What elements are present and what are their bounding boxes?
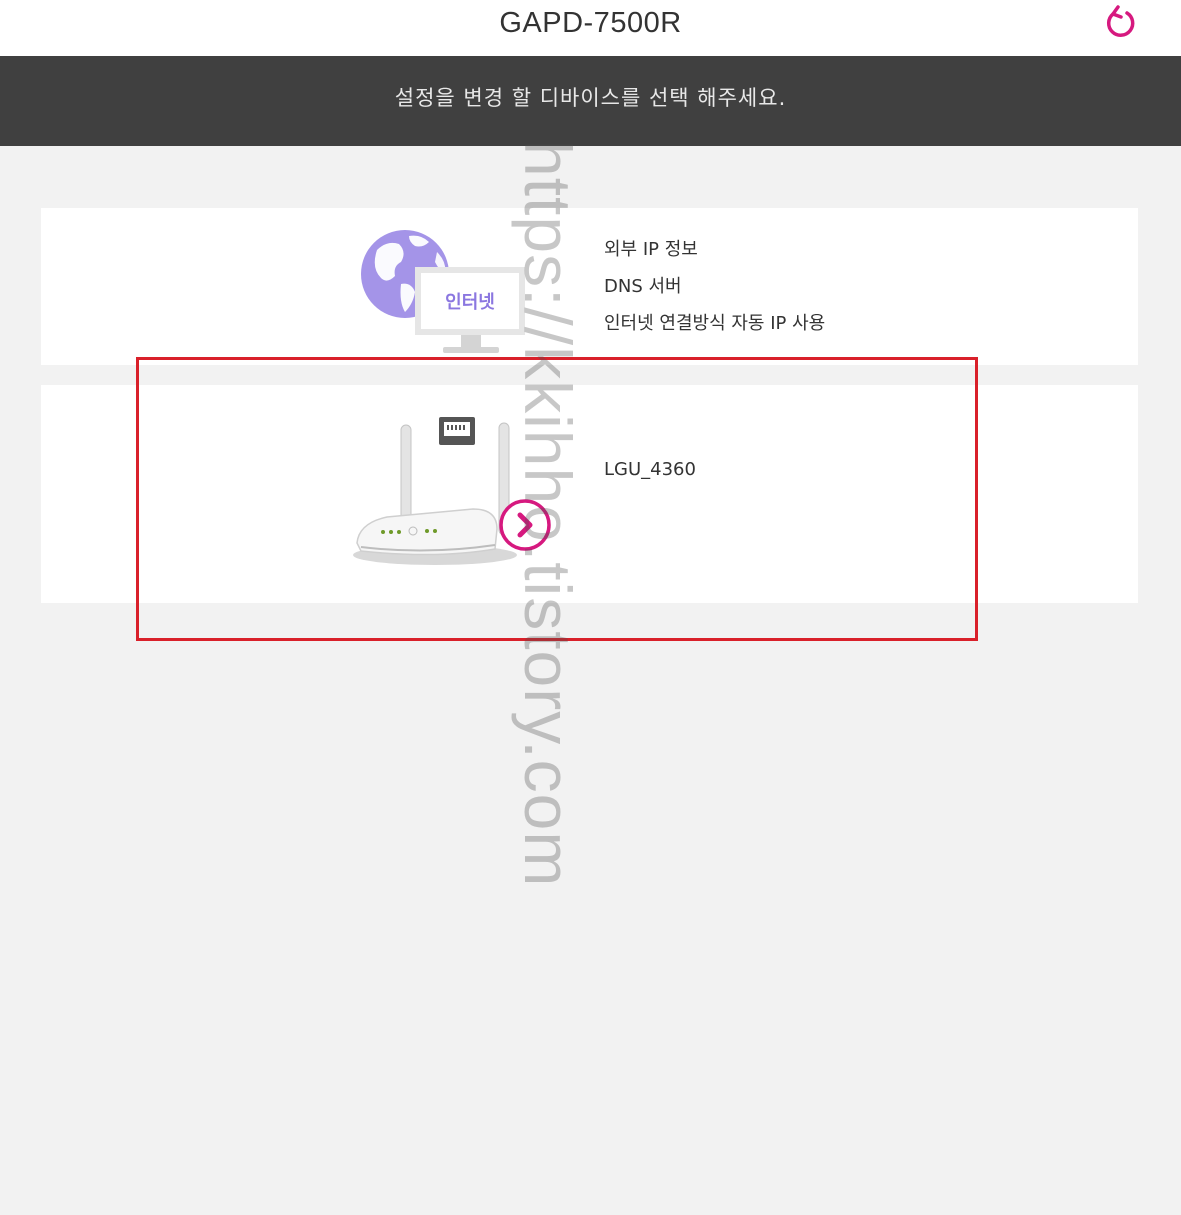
instruction-banner: 설정을 변경 할 디바이스를 선택 해주세요. (0, 56, 1181, 146)
page-title: GAPD-7500R (499, 7, 682, 39)
watermark-text: https://kkihho.tistory.com (511, 140, 585, 888)
connection-type-label: 인터넷 연결방식 자동 IP 사용 (604, 313, 826, 334)
internet-icon-label: 인터넷 (445, 292, 495, 313)
title-bar: GAPD-7500R (0, 0, 1181, 56)
dns-server-label: DNS 서버 (604, 276, 682, 297)
internet-card[interactable]: 인터넷 외부 IP 정보 DNS 서버 인터넷 연결방식 자동 IP 사용 (41, 208, 1138, 365)
external-ip-label: 외부 IP 정보 (604, 239, 698, 260)
instruction-text: 설정을 변경 할 디바이스를 선택 해주세요. (394, 86, 787, 110)
refresh-icon[interactable] (1101, 4, 1139, 42)
